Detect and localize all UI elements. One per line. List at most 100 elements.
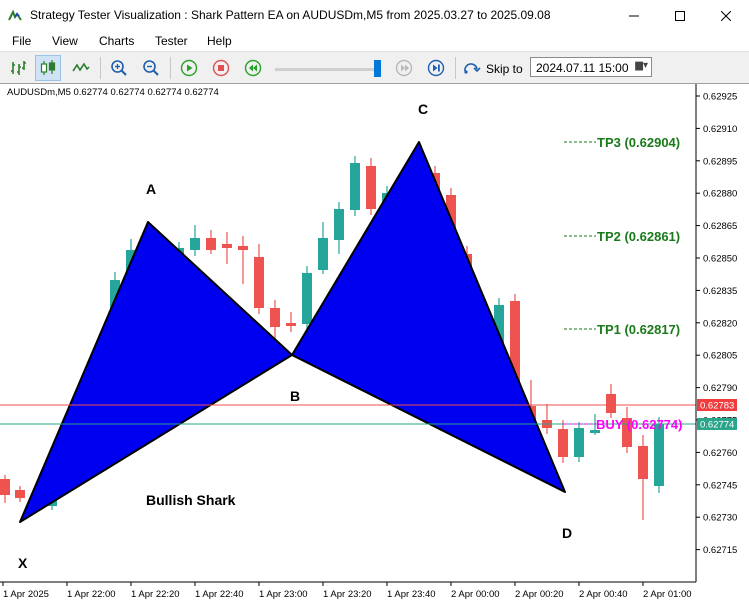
candle-body (574, 428, 584, 457)
candle-body (638, 446, 648, 479)
tp3-label: TP3 (0.62904) (597, 135, 680, 150)
rewind-button[interactable] (240, 55, 266, 81)
candle-body (558, 429, 568, 457)
bar-chart-icon (11, 61, 26, 75)
candle-body (286, 323, 296, 326)
time-tick-label: 2 Apr 00:00 (451, 589, 500, 600)
candle-body (350, 163, 360, 210)
line-chart-button[interactable] (68, 55, 94, 81)
time-tick-label: 1 Apr 23:40 (387, 589, 436, 600)
calendar-dropdown-icon[interactable]: ▆▾ (635, 60, 648, 71)
candle-body (0, 479, 10, 495)
candle-body (206, 238, 216, 250)
skip-to-button[interactable] (459, 55, 485, 81)
time-tick-label: 1 Apr 22:20 (131, 589, 180, 600)
price-tick-label: 0.62895 (703, 156, 737, 167)
candle-body (254, 257, 264, 308)
price-tick-label: 0.62715 (703, 545, 737, 556)
maximize-icon (675, 10, 685, 21)
time-tick-label: 2 Apr 01:00 (643, 589, 692, 600)
price-tick-label: 0.62910 (703, 124, 737, 135)
price-tick-label: 0.62745 (703, 480, 737, 491)
rewind-icon (244, 59, 262, 77)
toolbar-separator (100, 57, 101, 79)
stop-icon (212, 59, 230, 77)
menu-charts[interactable]: Charts (99, 34, 134, 48)
candle-body (270, 308, 280, 327)
price-tick-label: 0.62865 (703, 221, 737, 232)
menu-help[interactable]: Help (207, 34, 232, 48)
skip-to-date-value: 2024.07.11 15:00 (536, 61, 629, 75)
point-label-b: B (290, 388, 300, 404)
toolbar-separator (170, 57, 171, 79)
price-tick-label: 0.62760 (703, 448, 737, 459)
price-tick-label: 0.62730 (703, 513, 737, 524)
app-icon (8, 9, 22, 21)
price-tick-label: 0.62925 (703, 92, 737, 103)
price-tick-label: 0.62790 (703, 383, 737, 394)
play-icon (180, 59, 198, 77)
chart-canvas[interactable]: X A B C D Bullish Shark TP3 (0.62904) TP… (0, 84, 749, 607)
play-button[interactable] (176, 55, 202, 81)
close-button[interactable] (703, 0, 749, 31)
price-tick-label: 0.62835 (703, 286, 737, 297)
window-title: Strategy Tester Visualization : Shark Pa… (30, 8, 551, 22)
candle-body (606, 394, 616, 413)
symbol-info: AUDUSDm,M5 0.62774 0.62774 0.62774 0.627… (7, 87, 219, 98)
tp1-label: TP1 (0.62817) (597, 322, 680, 337)
minimize-icon (629, 15, 639, 16)
candle (302, 266, 312, 330)
skip-forward-button[interactable] (423, 55, 449, 81)
minimize-button[interactable] (611, 0, 657, 31)
speed-slider-thumb[interactable] (374, 60, 381, 77)
candle (574, 422, 584, 462)
menu-file[interactable]: File (12, 34, 31, 48)
candle-body (654, 424, 664, 486)
candle-body (302, 273, 312, 324)
bar-chart-button[interactable] (5, 55, 31, 81)
speed-slider-track[interactable] (275, 68, 379, 71)
candle-body (222, 244, 232, 248)
title-bar: Strategy Tester Visualization : Shark Pa… (0, 0, 749, 31)
candle-body (190, 238, 200, 250)
price-tick-label: 0.62880 (703, 189, 737, 200)
menu-tester[interactable]: Tester (155, 34, 188, 48)
price-tick-label: 0.62820 (703, 318, 737, 329)
skip-to-label: Skip to (486, 62, 523, 76)
buy-label: BUY (0.62774) (596, 417, 682, 432)
candle (350, 156, 360, 216)
tp2-label: TP2 (0.62861) (597, 229, 680, 244)
price-chart[interactable]: X A B C D Bullish Shark TP3 (0.62904) TP… (0, 83, 749, 607)
time-tick-label: 2 Apr 00:20 (515, 589, 564, 600)
price-tag-label: 0.62774 (700, 420, 734, 431)
time-tick-label: 2 Apr 00:40 (579, 589, 628, 600)
stop-button[interactable] (208, 55, 234, 81)
time-tick-label: 1 Apr 22:40 (195, 589, 244, 600)
pattern-name-label: Bullish Shark (146, 492, 236, 508)
candle-body (334, 209, 344, 240)
menu-view[interactable]: View (52, 34, 78, 48)
zoom-out-icon (143, 60, 159, 76)
price-tick-label: 0.62850 (703, 254, 737, 265)
zoom-in-button[interactable] (106, 55, 132, 81)
candle-body (15, 490, 25, 498)
price-tick-label: 0.62805 (703, 351, 737, 362)
line-chart-icon (72, 62, 90, 72)
candle-body (318, 238, 328, 270)
candlestick-chart-button[interactable] (35, 55, 61, 81)
candle (366, 158, 376, 215)
time-tick-label: 1 Apr 2025 (3, 589, 49, 600)
step-icon (395, 59, 413, 77)
skip-to-date-field[interactable]: 2024.07.11 15:00 ▆▾ (530, 57, 652, 77)
candlestick-chart-icon (40, 60, 56, 75)
step-button[interactable] (391, 55, 417, 81)
menu-bar: File View Charts Tester Help (0, 31, 749, 51)
point-label-a: A (146, 181, 156, 197)
time-tick-label: 1 Apr 23:20 (323, 589, 372, 600)
zoom-out-button[interactable] (138, 55, 164, 81)
point-label-x: X (18, 555, 28, 571)
price-tag-label: 0.62783 (700, 401, 734, 412)
skip-to-icon (464, 63, 481, 74)
time-tick-label: 1 Apr 22:00 (67, 589, 116, 600)
maximize-button[interactable] (657, 0, 703, 31)
